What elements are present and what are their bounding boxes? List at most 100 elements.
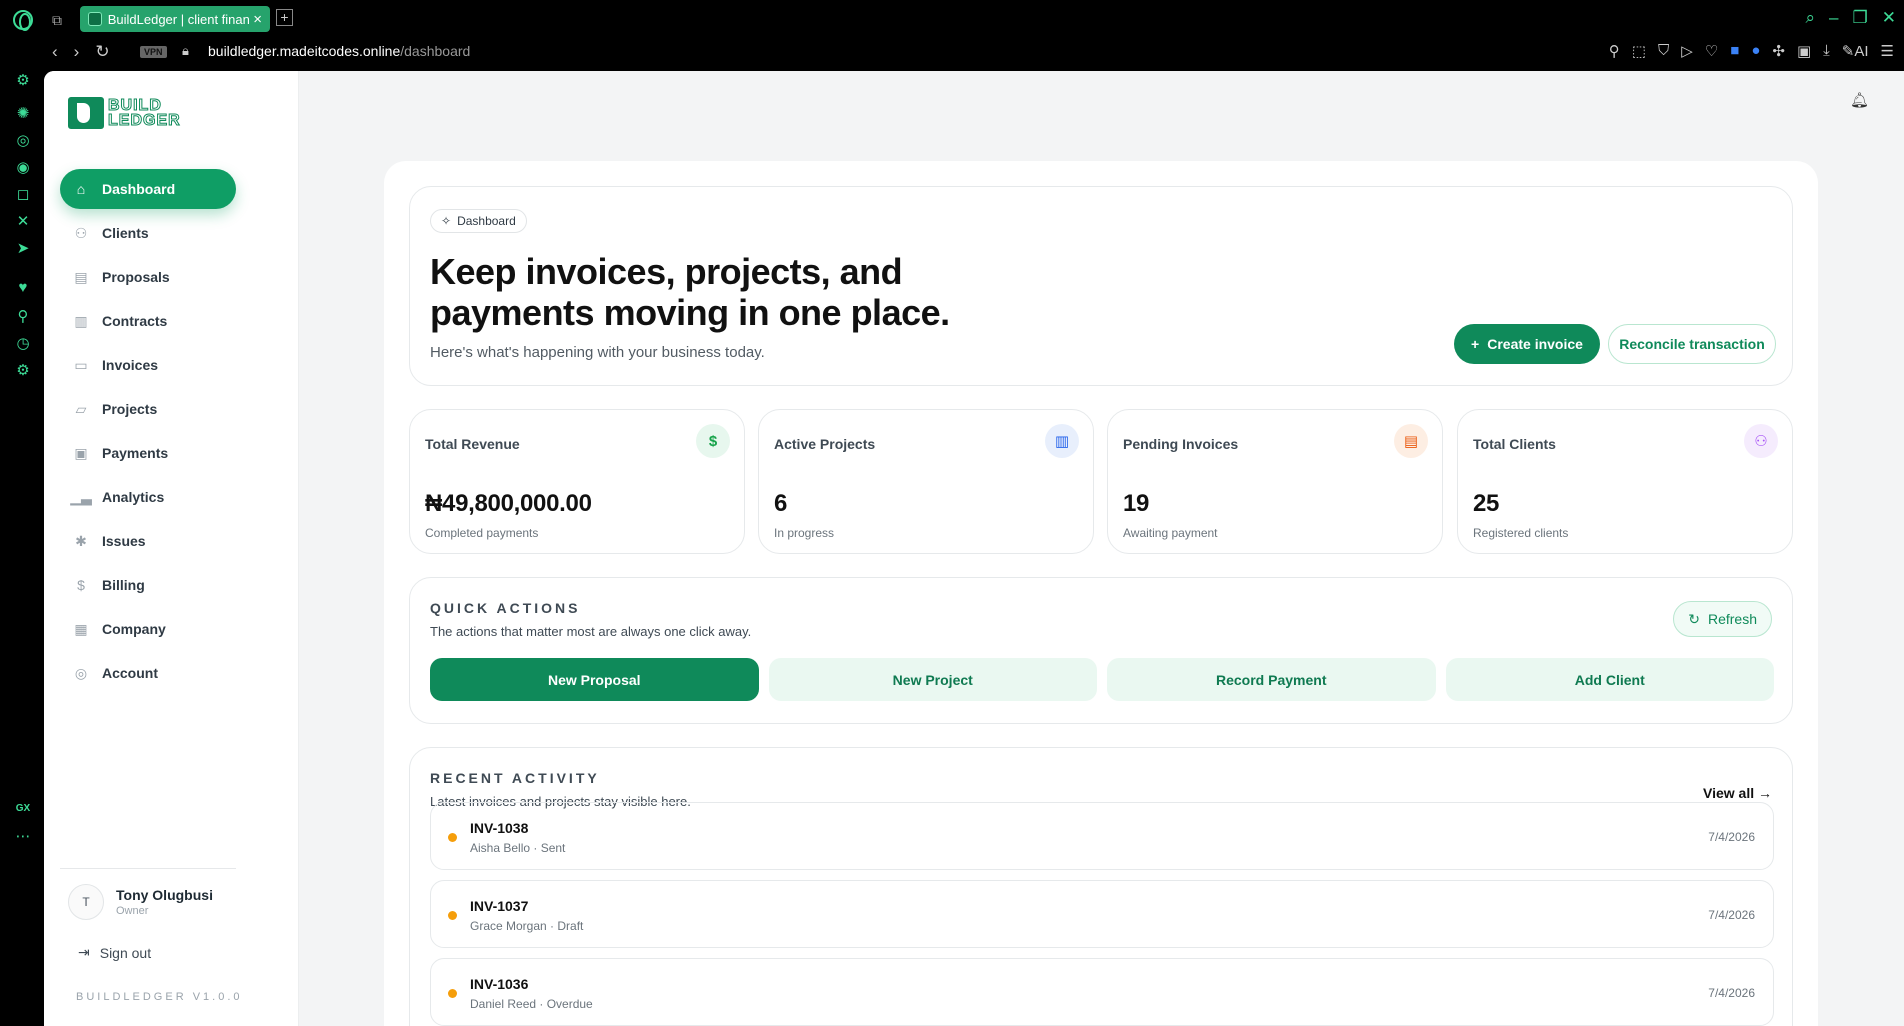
instagram-icon[interactable]: ◻ — [13, 185, 33, 205]
reload-icon[interactable]: ↻ — [95, 42, 109, 62]
sidebar-item-dashboard[interactable]: ⌂ Dashboard — [60, 169, 236, 209]
stat-value: ₦49,800,000.00 — [425, 490, 592, 517]
sidebar-item-account[interactable]: ◎ Account — [60, 653, 236, 693]
history-icon[interactable]: ◷ — [13, 334, 33, 354]
view-all-link[interactable]: View all → — [1703, 785, 1772, 801]
list-item[interactable]: INV-1036 Daniel Reed · Overdue 7/4/2026 — [430, 958, 1774, 1026]
reconcile-transaction-button[interactable]: Reconcile transaction — [1608, 324, 1776, 364]
user-profile[interactable]: T Tony Olugbusi Owner — [68, 884, 213, 920]
back-icon[interactable]: ‹ — [52, 42, 58, 62]
sidebar-item-proposals[interactable]: ▤ Proposals — [60, 257, 236, 297]
tab-switcher-icon[interactable]: ⧉ — [52, 12, 62, 29]
close-window-icon[interactable]: ✕ — [1882, 8, 1896, 28]
browser-tab[interactable]: BuildLedger | client finan × — [80, 6, 270, 32]
activity-title: INV-1038 — [470, 820, 529, 836]
shield-icon[interactable]: ⛉ — [1658, 42, 1669, 60]
activity-detail: Grace Morgan · Draft — [470, 919, 584, 933]
heart-icon[interactable]: ♥ — [13, 278, 33, 298]
add-client-button[interactable]: Add Client — [1445, 658, 1774, 701]
gx-label[interactable]: GX — [13, 799, 33, 819]
stat-value: 19 — [1123, 490, 1150, 517]
page-pill: ✧ Dashboard — [430, 209, 527, 233]
download-icon[interactable]: ⤓ — [1823, 42, 1830, 60]
telegram-icon[interactable]: ➤ — [13, 239, 33, 259]
new-tab-button[interactable]: + — [276, 9, 293, 26]
puzzle-icon[interactable]: ✣ — [1772, 42, 1785, 60]
ai-label: AI — [1854, 43, 1869, 60]
sidebar-item-analytics[interactable]: ▁▃ Analytics — [60, 477, 236, 517]
extension-icon[interactable]: ■ — [1730, 42, 1739, 60]
whatsapp-icon[interactable]: ◉ — [13, 158, 33, 178]
sidebar-item-invoices[interactable]: ▭ Invoices — [60, 345, 236, 385]
sidebar-item-label: Dashboard — [102, 181, 176, 197]
bell-icon[interactable]: 🔔︎ — [1850, 91, 1869, 109]
sidebar-item-contracts[interactable]: ▥ Contracts — [60, 301, 236, 341]
refresh-icon: ↻ — [1688, 610, 1700, 627]
sidebar-item-billing[interactable]: $ Billing — [60, 565, 236, 605]
list-item[interactable]: INV-1038 Aisha Bello · Sent 7/4/2026 — [430, 802, 1774, 870]
browser-chrome: ⧉ BuildLedger | client finan × + ⌕ – ❐ ✕… — [0, 0, 1904, 71]
card-icon: ▭ — [74, 356, 88, 373]
sign-out-icon: ⇥ — [78, 944, 90, 960]
x-icon[interactable]: ✕ — [13, 212, 33, 232]
settings-icon[interactable]: ⚙ — [13, 361, 33, 381]
sidebar-item-label: Issues — [102, 533, 146, 549]
stat-value: 6 — [774, 490, 788, 517]
sidebar-item-issues[interactable]: ✱ Issues — [60, 521, 236, 561]
chatgpt-icon[interactable]: ✺ — [13, 104, 33, 124]
sidebar-item-clients[interactable]: ⚇ Clients — [60, 213, 236, 253]
stat-note: Awaiting payment — [1123, 526, 1218, 540]
opera-logo-icon[interactable] — [13, 10, 33, 31]
stat-note: In progress — [774, 526, 835, 540]
create-invoice-button[interactable]: + Create invoice — [1454, 324, 1600, 364]
lock-icon[interactable]: 🔒︎ — [182, 43, 189, 59]
sidebar: BUILD LEDGER ⌂ Dashboard ⚇ Clients ▤ Propos… — [44, 71, 299, 1026]
tab-title: BuildLedger | client finan — [107, 11, 250, 27]
sign-out-button[interactable]: ⇥ Sign out — [78, 944, 151, 961]
new-proposal-button[interactable]: New Proposal — [430, 658, 759, 701]
sidebar-item-label: Billing — [102, 577, 145, 593]
dollar-circle-icon: $ — [77, 577, 85, 593]
stat-label: Pending Invoices — [1123, 436, 1239, 452]
record-payment-button[interactable]: Record Payment — [1107, 658, 1436, 701]
wallet-icon: ▣ — [74, 444, 88, 461]
ai-icon[interactable]: ✎AI — [1842, 42, 1869, 60]
new-project-button[interactable]: New Project — [768, 658, 1097, 701]
activity-date: 7/4/2026 — [1708, 986, 1755, 1000]
bug-icon: ✱ — [75, 532, 87, 549]
forward-icon[interactable]: › — [74, 42, 80, 62]
play-icon[interactable]: ▷ — [1681, 42, 1693, 60]
sidebar-item-company[interactable]: ▦ Company — [60, 609, 236, 649]
minimize-icon[interactable]: – — [1829, 8, 1838, 28]
stat-note: Registered clients — [1473, 526, 1569, 540]
list-item[interactable]: INV-1037 Grace Morgan · Draft 7/4/2026 — [430, 880, 1774, 948]
status-dot — [448, 989, 457, 998]
refresh-button[interactable]: ↻ Refresh — [1673, 601, 1772, 637]
address-bar[interactable]: buildledger.madeitcodes.online/dashboard — [208, 43, 470, 59]
messenger-icon[interactable]: ◎ — [13, 131, 33, 151]
sidebar-nav: ⌂ Dashboard ⚇ Clients ▤ Proposals ▥ Contract… — [60, 169, 236, 697]
download-badge-icon[interactable]: ● — [1751, 42, 1760, 60]
menu-icon[interactable]: ☰ — [1881, 42, 1894, 60]
stat-label: Total Clients — [1473, 436, 1556, 452]
search-icon[interactable]: ⌕ — [1806, 8, 1816, 28]
stat-card-invoices: Pending Invoices ▤ 19 Awaiting payment — [1107, 409, 1443, 554]
more-icon[interactable]: ⋯ — [13, 827, 33, 847]
vpn-badge[interactable]: VPN — [140, 46, 167, 58]
brand-logo[interactable]: BUILD LEDGER — [68, 97, 181, 129]
maximize-icon[interactable]: ❐ — [1853, 8, 1868, 28]
aria-icon[interactable]: ⚙ — [13, 71, 33, 91]
profile-icon[interactable]: ▣ — [1797, 42, 1811, 60]
sidebar-item-projects[interactable]: ▱ Projects — [60, 389, 236, 429]
pin-icon[interactable]: ⚲ — [1609, 42, 1620, 60]
sidebar-item-payments[interactable]: ▣ Payments — [60, 433, 236, 473]
sidebar-item-label: Projects — [102, 401, 158, 417]
tab-close-icon[interactable]: × — [253, 11, 262, 28]
hero-card: ✧ Dashboard Keep invoices, projects, and … — [409, 186, 1793, 386]
stat-card-revenue: Total Revenue $ ₦49,800,000.00 Completed… — [409, 409, 745, 554]
snapshot-icon[interactable]: ⬚ — [1632, 42, 1646, 60]
heart-icon[interactable]: ♡ — [1705, 42, 1718, 60]
activity-detail: Aisha Bello · Sent — [470, 841, 566, 855]
plus-icon: + — [1471, 336, 1480, 352]
pin-icon[interactable]: ⚲ — [13, 307, 33, 327]
